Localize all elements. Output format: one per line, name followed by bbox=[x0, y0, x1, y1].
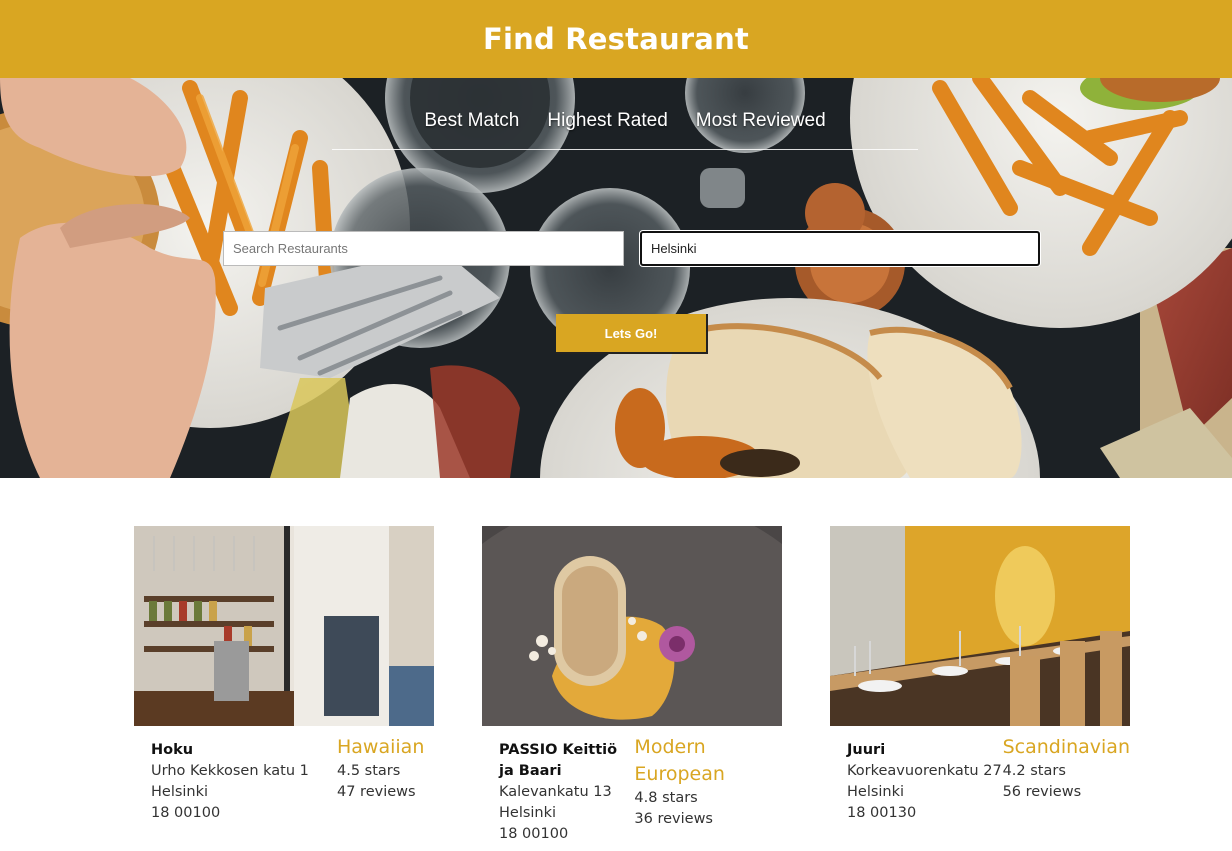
restaurant-city: Helsinki bbox=[151, 784, 209, 800]
search-hero: Best Match Highest Rated Most Reviewed L… bbox=[0, 78, 1232, 478]
sort-tab-highest-rated[interactable]: Highest Rated bbox=[533, 106, 681, 149]
restaurant-name: PASSIO Keittiö ja Baari bbox=[499, 742, 618, 779]
restaurant-rating: 4.8 stars bbox=[634, 790, 698, 806]
restaurant-photo bbox=[134, 526, 434, 726]
restaurant-name: Juuri bbox=[847, 742, 886, 758]
restaurant-zip: 18 00130 bbox=[847, 805, 917, 821]
app-title: Find Restaurant bbox=[483, 22, 749, 56]
restaurant-zip: 18 00100 bbox=[151, 805, 221, 821]
restaurant-category: Scandinavian bbox=[1002, 736, 1130, 758]
restaurant-photo bbox=[830, 526, 1130, 726]
restaurant-city: Helsinki bbox=[847, 784, 905, 800]
restaurant-card[interactable]: Juuri Korkeavuorenkatu 27 Helsinki 18 00… bbox=[830, 526, 1130, 824]
restaurant-address: Kalevankatu 13 bbox=[499, 784, 612, 800]
restaurant-review-count: 47 reviews bbox=[337, 784, 416, 800]
restaurant-results: Hoku Urho Kekkosen katu 1 Helsinki 18 00… bbox=[0, 478, 1232, 851]
restaurant-address: Korkeavuorenkatu 27 bbox=[847, 763, 1002, 779]
restaurant-review-count: 36 reviews bbox=[634, 811, 713, 827]
app-header: Find Restaurant bbox=[0, 0, 1232, 78]
search-restaurants-input[interactable] bbox=[223, 231, 624, 266]
restaurant-info: PASSIO Keittiö ja Baari Kalevankatu 13 H… bbox=[482, 726, 782, 845]
restaurant-card[interactable]: Hoku Urho Kekkosen katu 1 Helsinki 18 00… bbox=[134, 526, 434, 824]
restaurant-rating: 4.2 stars bbox=[1002, 763, 1066, 779]
sort-tab-most-reviewed[interactable]: Most Reviewed bbox=[682, 106, 840, 149]
restaurant-category: Modern European bbox=[634, 736, 725, 785]
restaurant-category: Hawaiian bbox=[337, 736, 425, 758]
location-input[interactable] bbox=[640, 231, 1040, 266]
restaurant-meta: Modern European 4.8 stars 36 reviews bbox=[634, 736, 782, 845]
sort-tab-best-match[interactable]: Best Match bbox=[410, 106, 533, 149]
restaurant-card[interactable]: PASSIO Keittiö ja Baari Kalevankatu 13 H… bbox=[482, 526, 782, 845]
restaurant-meta: Hawaiian 4.5 stars 47 reviews bbox=[337, 736, 424, 824]
restaurant-review-count: 56 reviews bbox=[1002, 784, 1082, 800]
restaurant-rating: 4.5 stars bbox=[337, 763, 401, 779]
restaurant-details: Hoku Urho Kekkosen katu 1 Helsinki 18 00… bbox=[151, 740, 337, 824]
restaurant-address: Urho Kekkosen katu 1 bbox=[151, 763, 309, 779]
restaurant-photo bbox=[482, 526, 782, 726]
restaurant-meta: Scandinavian 4.2 stars 56 reviews bbox=[1002, 736, 1130, 824]
lets-go-button[interactable]: Lets Go! bbox=[556, 314, 708, 354]
restaurant-zip: 18 00100 bbox=[499, 826, 569, 842]
restaurant-details: Juuri Korkeavuorenkatu 27 Helsinki 18 00… bbox=[847, 740, 1003, 824]
restaurant-city: Helsinki bbox=[499, 805, 557, 821]
sort-tabs: Best Match Highest Rated Most Reviewed bbox=[332, 106, 918, 150]
restaurant-name: Hoku bbox=[151, 742, 194, 758]
restaurant-info: Juuri Korkeavuorenkatu 27 Helsinki 18 00… bbox=[830, 726, 1130, 824]
restaurant-details: PASSIO Keittiö ja Baari Kalevankatu 13 H… bbox=[499, 740, 634, 845]
restaurant-info: Hoku Urho Kekkosen katu 1 Helsinki 18 00… bbox=[134, 726, 434, 824]
